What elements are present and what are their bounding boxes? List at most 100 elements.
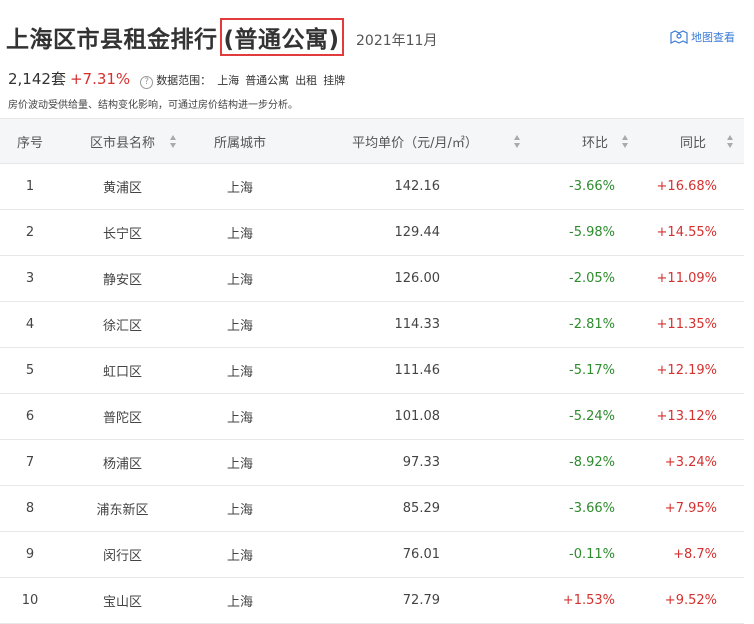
row-mom: -8.92% (569, 455, 615, 470)
row-rank: 2 (25, 225, 35, 240)
header-price[interactable]: 平均单价（元/月/㎡） (345, 119, 485, 163)
row-district: 浦东新区 (96, 503, 149, 518)
row-city: 上海 (226, 319, 253, 334)
map-view-label: 地图查看 (691, 31, 735, 44)
row-price: 101.08 (394, 409, 441, 424)
row-city: 上海 (226, 549, 253, 564)
row-price: 129.44 (394, 225, 441, 240)
row-rank: 10 (21, 593, 39, 608)
price-note: 房价波动受供给量、结构变化影响，可通过房价结构进一步分析。 (8, 100, 298, 111)
row-mom: -0.11% (569, 547, 615, 562)
row-rank: 3 (25, 271, 35, 286)
row-city: 上海 (226, 273, 253, 288)
scope-item: 出租 (295, 74, 318, 87)
table-row[interactable]: 9 闵行区 上海 76.01 -0.11% +8.7% (0, 532, 744, 578)
row-district: 长宁区 (102, 227, 142, 242)
data-scope: 数据范围： 上海 普通公寓 出租 挂牌 (156, 72, 351, 88)
overall-change: +7.31% (69, 70, 131, 88)
stats-bar: 2,142套 +7.31% ? 数据范围： 上海 普通公寓 出租 挂牌 (8, 68, 351, 89)
table-row[interactable]: 10 宝山区 上海 72.79 +1.53% +9.52% (0, 578, 744, 624)
row-city: 上海 (226, 595, 253, 610)
row-price: 97.33 (402, 455, 440, 470)
listing-count: 2,142套 (8, 70, 66, 88)
row-city: 上海 (226, 181, 253, 196)
title-highlight-box: (普通公寓) (219, 18, 344, 56)
scope-item: 挂牌 (323, 74, 346, 87)
row-yoy: +16.68% (656, 179, 717, 194)
row-price: 85.29 (402, 501, 440, 516)
row-mom: -5.17% (569, 363, 615, 378)
table-row[interactable]: 6 普陀区 上海 101.08 -5.24% +13.12% (0, 394, 744, 440)
table-row[interactable]: 4 徐汇区 上海 114.33 -2.81% +11.35% (0, 302, 744, 348)
row-price: 76.01 (402, 547, 440, 562)
row-yoy: +12.19% (656, 363, 717, 378)
row-district: 静安区 (102, 273, 142, 288)
sort-yoy-icon[interactable] (727, 135, 734, 148)
row-rank: 8 (25, 501, 35, 516)
row-district: 黄浦区 (102, 181, 142, 196)
scope-item: 上海 (217, 74, 240, 87)
map-view-link[interactable]: 地图查看 (670, 29, 735, 45)
row-yoy: +8.7% (673, 547, 717, 562)
report-date: 2021年11月 (356, 33, 438, 49)
page-title-main: 上海区市县租金排行 (6, 27, 218, 53)
row-mom: -3.66% (569, 179, 615, 194)
row-district: 闵行区 (102, 549, 142, 564)
row-price: 114.33 (394, 317, 441, 332)
row-mom: -5.24% (569, 409, 615, 424)
row-rank: 4 (25, 317, 35, 332)
row-yoy: +11.09% (656, 271, 717, 286)
row-price: 126.00 (394, 271, 441, 286)
table-row[interactable]: 5 虹口区 上海 111.46 -5.17% +12.19% (0, 348, 744, 394)
row-city: 上海 (226, 411, 253, 426)
row-price: 111.46 (394, 363, 441, 378)
row-mom: -5.98% (569, 225, 615, 240)
row-yoy: +11.35% (656, 317, 717, 332)
row-yoy: +9.52% (664, 593, 717, 608)
row-rank: 5 (25, 363, 35, 378)
row-price: 142.16 (394, 179, 441, 194)
header-city: 所属城市 (213, 135, 266, 151)
sort-price-icon[interactable] (514, 135, 521, 148)
row-district: 普陀区 (102, 411, 142, 426)
row-city: 上海 (226, 503, 253, 518)
row-mom: +1.53% (562, 593, 615, 608)
table-row[interactable]: 2 长宁区 上海 129.44 -5.98% +14.55% (0, 210, 744, 256)
header-rank: 序号 (16, 135, 43, 151)
page-title: 上海区市县租金排行 (普通公寓) (6, 18, 344, 56)
row-yoy: +3.24% (664, 455, 717, 470)
row-district: 徐汇区 (102, 319, 142, 334)
scope-item: 普通公寓 (245, 74, 290, 87)
row-rank: 7 (25, 455, 35, 470)
row-mom: -2.81% (569, 317, 615, 332)
row-district: 杨浦区 (102, 457, 142, 472)
header-yoy[interactable]: 同比 (668, 119, 718, 163)
table-row[interactable]: 7 杨浦区 上海 97.33 -8.92% +3.24% (0, 440, 744, 486)
row-rank: 6 (25, 409, 35, 424)
row-district: 宝山区 (102, 595, 142, 610)
row-yoy: +13.12% (656, 409, 717, 424)
row-city: 上海 (226, 457, 253, 472)
table-row[interactable]: 3 静安区 上海 126.00 -2.05% +11.09% (0, 256, 744, 302)
table-header: 序号 区市县名称 所属城市 平均单价（元/月/㎡） 环比 同比 (0, 118, 744, 164)
row-mom: -3.66% (569, 501, 615, 516)
scope-label: 数据范围： (156, 74, 212, 87)
row-rank: 1 (25, 179, 35, 194)
sort-district-icon[interactable] (170, 135, 177, 148)
row-rank: 9 (25, 547, 35, 562)
map-pin-icon (670, 30, 688, 44)
row-city: 上海 (226, 365, 253, 380)
row-city: 上海 (226, 227, 253, 242)
row-price: 72.79 (402, 593, 440, 608)
row-yoy: +14.55% (656, 225, 717, 240)
table-body: 1 黄浦区 上海 142.16 -3.66% +16.68% 2 长宁区 上海 129.44 -5.… (0, 164, 744, 624)
row-yoy: +7.95% (664, 501, 717, 516)
header-district[interactable]: 区市县名称 (75, 119, 170, 163)
ranking-table: 序号 区市县名称 所属城市 平均单价（元/月/㎡） 环比 同比 1 黄浦区 上海 14… (0, 118, 744, 624)
sort-mom-icon[interactable] (622, 135, 629, 148)
help-icon[interactable]: ? (140, 76, 154, 89)
table-row[interactable]: 8 浦东新区 上海 85.29 -3.66% +7.95% (0, 486, 744, 532)
table-row[interactable]: 1 黄浦区 上海 142.16 -3.66% +16.68% (0, 164, 744, 210)
row-mom: -2.05% (569, 271, 615, 286)
header-mom[interactable]: 环比 (570, 119, 620, 163)
